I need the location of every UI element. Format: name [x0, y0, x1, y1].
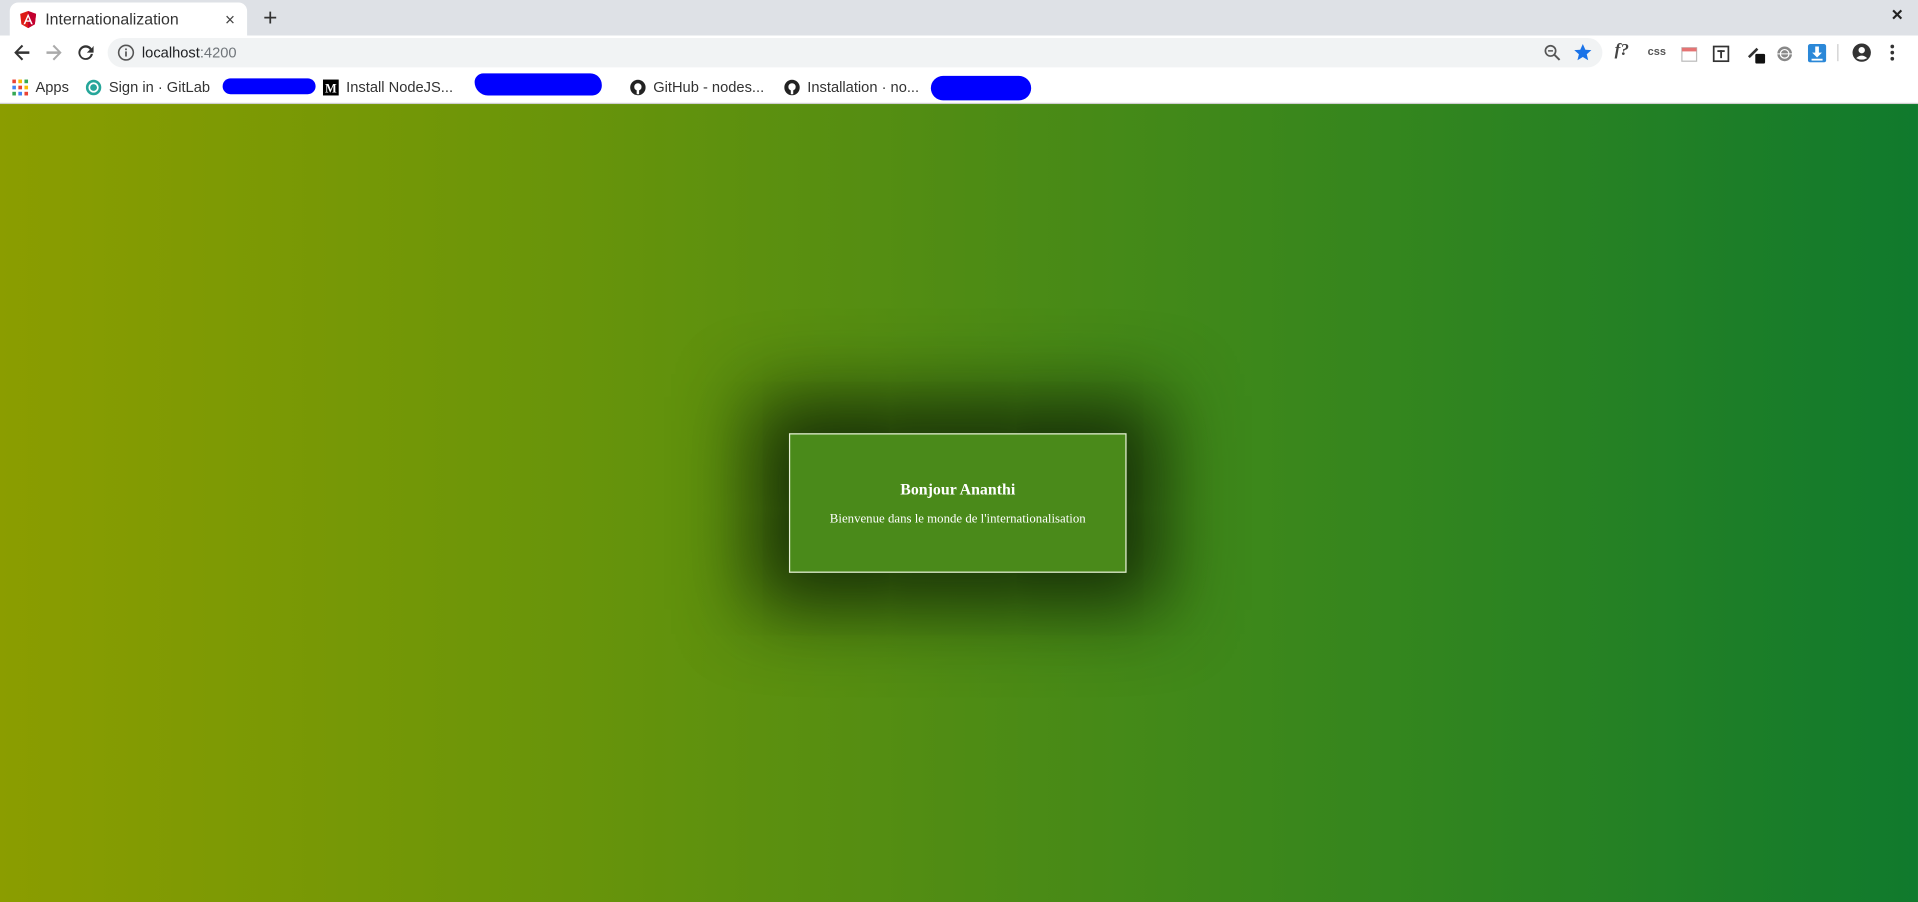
apps-grid-icon — [12, 78, 29, 95]
globe-extension-icon[interactable] — [1776, 44, 1793, 64]
account-icon — [1852, 43, 1871, 62]
new-tab-button[interactable]: + — [259, 6, 281, 30]
bookmarks-bar: Apps Sign in · GitLab M Install NodeJS..… — [0, 69, 1918, 105]
forward-arrow-icon — [46, 44, 62, 61]
greeting-title: Bonjour Ananthi — [900, 479, 1016, 499]
menu-button[interactable] — [1886, 43, 1898, 63]
github-icon — [630, 79, 646, 95]
globe-icon — [1777, 46, 1792, 62]
calendar-icon — [1681, 47, 1698, 62]
url-host: localhost — [141, 44, 200, 62]
pen-icon — [1747, 47, 1766, 64]
angular-icon — [20, 10, 37, 28]
text-box-icon — [1712, 45, 1730, 63]
browser-tab[interactable]: Internationalization × — [9, 2, 248, 36]
download-extension-icon[interactable] — [1807, 43, 1827, 63]
bookmark-label: Sign in · GitLab — [108, 78, 211, 96]
bookmark-gitlab[interactable]: Sign in · GitLab — [85, 77, 211, 97]
page-content: Bonjour Ananthi Bienvenue dans le monde … — [0, 104, 1918, 902]
github-icon — [784, 79, 800, 95]
download-icon — [1807, 43, 1827, 62]
browser-toolbar: localhost:4200 f? css — [0, 35, 1918, 70]
url-text: localhost:4200 — [142, 44, 237, 61]
tab-strip: Internationalization × + × — [0, 0, 1918, 36]
greeting-card: Bonjour Ananthi Bienvenue dans le monde … — [788, 433, 1127, 573]
forward-button[interactable] — [43, 42, 65, 64]
bookmark-label: Installation · no... — [807, 78, 920, 96]
svg-text:M: M — [325, 81, 337, 95]
profile-button[interactable] — [1852, 43, 1872, 63]
browser-window: Internationalization × + × localhost:420… — [0, 0, 1918, 902]
redacted-bookmark — [930, 75, 1032, 101]
bookmark-github-nodes[interactable]: GitHub - nodes... — [630, 77, 764, 97]
bookmark-installation[interactable]: Installation · no... — [784, 77, 919, 97]
address-bar[interactable]: localhost:4200 — [107, 37, 1603, 68]
formula-extension-icon[interactable]: f? — [1615, 42, 1629, 62]
bookmark-label: Install NodeJS... — [346, 78, 454, 96]
pen-extension-icon[interactable] — [1747, 44, 1767, 64]
gitlab-icon — [85, 79, 102, 95]
calendar-extension-icon[interactable] — [1681, 44, 1698, 64]
css-extension-icon[interactable]: css — [1648, 42, 1666, 62]
medium-icon: M — [322, 78, 339, 95]
bookmark-install-nodejs[interactable]: M Install NodeJS... — [322, 77, 454, 97]
back-arrow-icon — [14, 44, 30, 61]
redacted-bookmark — [222, 78, 316, 95]
zoom-icon[interactable] — [1544, 44, 1561, 61]
text-extension-icon[interactable] — [1712, 44, 1730, 64]
bookmark-star-icon[interactable] — [1573, 43, 1593, 63]
reload-icon — [78, 45, 94, 60]
info-icon[interactable] — [117, 44, 135, 61]
bookmark-label: Apps — [35, 78, 69, 96]
welcome-message: Bienvenue dans le monde de l'internation… — [829, 512, 1086, 527]
reload-button[interactable] — [75, 42, 97, 64]
tab-title: Internationalization — [45, 9, 179, 29]
toolbar-divider — [1837, 44, 1839, 62]
bookmark-apps[interactable]: Apps — [12, 77, 69, 97]
back-button[interactable] — [11, 42, 33, 64]
tab-close-icon[interactable]: × — [221, 10, 238, 27]
kebab-menu-icon — [1890, 44, 1895, 61]
bookmark-label: GitHub - nodes... — [653, 78, 765, 96]
window-close-button[interactable]: × — [1889, 6, 1906, 26]
url-port: :4200 — [199, 44, 237, 62]
redacted-bookmark — [474, 73, 602, 96]
